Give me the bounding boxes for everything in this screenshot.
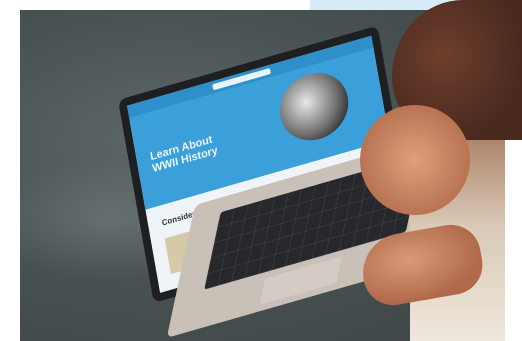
- person-arm: [360, 105, 470, 215]
- website-hero-title: Learn About WWII History: [149, 133, 219, 176]
- photo-frame: Learn About WWII History Consider these …: [0, 0, 522, 341]
- website-hero-image: [274, 64, 354, 149]
- website-search-bar: [212, 67, 271, 91]
